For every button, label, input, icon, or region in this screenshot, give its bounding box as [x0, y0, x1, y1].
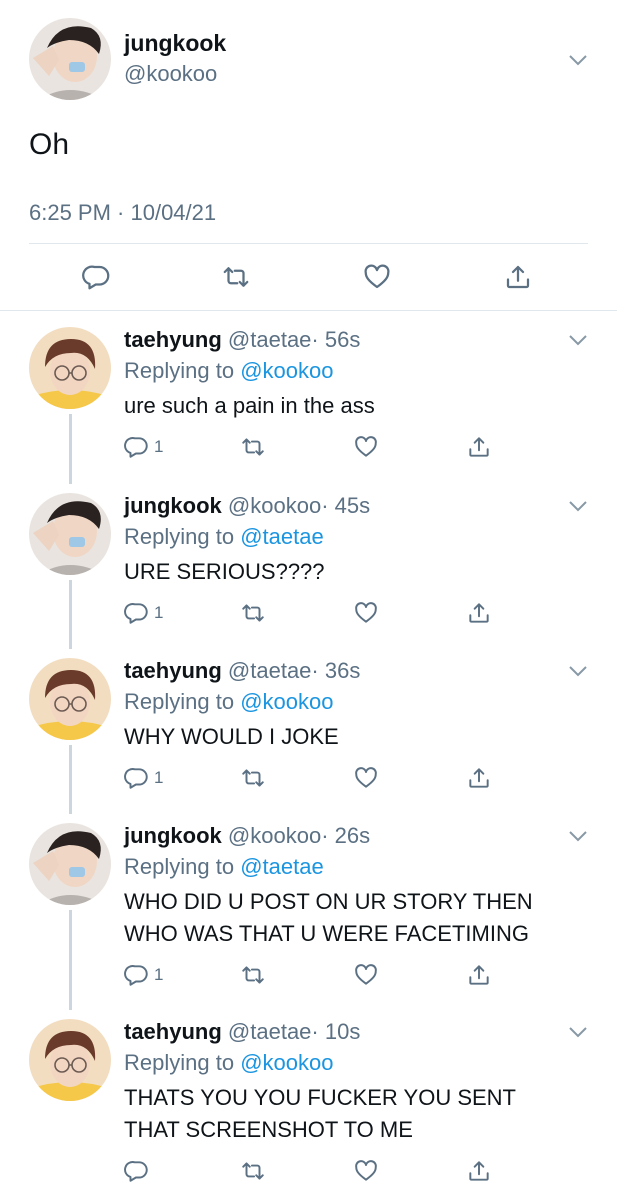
retweet-icon[interactable] — [240, 1158, 266, 1184]
thread-connector-line — [69, 580, 72, 649]
like-icon[interactable] — [353, 434, 379, 460]
chevron-down-icon[interactable] — [568, 334, 588, 346]
replying-to-label: Replying to — [124, 1050, 235, 1075]
replying-to-label: Replying to — [124, 689, 235, 714]
replying-to: Replying to @taetae — [124, 524, 324, 550]
like-icon[interactable] — [353, 600, 379, 626]
thread-connector-line — [69, 745, 72, 814]
reply-timestamp[interactable]: · 56s — [311, 327, 360, 352]
reply-count: 1 — [154, 603, 164, 622]
tweet-text-line: WHO DID U POST ON UR STORY THEN — [124, 889, 533, 914]
replying-to-label: Replying to — [124, 854, 235, 879]
chevron-down-icon[interactable] — [568, 830, 588, 842]
reply-icon[interactable] — [124, 600, 150, 626]
tweet-text: THATS YOU YOU FUCKER YOU SENT THAT SCREEN… — [124, 1082, 594, 1146]
share-icon[interactable] — [466, 434, 492, 460]
replying-to: Replying to @kookoo — [124, 1050, 333, 1076]
reply-timestamp[interactable]: · 36s — [311, 658, 360, 683]
tweet-timestamp[interactable]: 6:25 PM · 10/04/21 — [29, 200, 216, 226]
author-handle[interactable]: @kookoo — [124, 61, 217, 87]
mention-link[interactable]: @taetae — [240, 854, 324, 879]
retweet-icon[interactable] — [240, 600, 266, 626]
reply-icon[interactable] — [124, 962, 150, 988]
author-handle[interactable]: @kookoo — [228, 493, 321, 518]
tweet-text: URE SERIOUS???? — [124, 556, 594, 588]
reply-header: taehyung @taetae· 56s — [124, 327, 360, 353]
author-name[interactable]: jungkook — [124, 493, 222, 518]
mention-link[interactable]: @kookoo — [240, 358, 333, 383]
divider — [29, 243, 588, 244]
thread-connector-line — [69, 910, 72, 1010]
tweet-text-line: WHY WOULD I JOKE — [124, 724, 339, 749]
avatar[interactable] — [29, 658, 111, 740]
share-icon[interactable] — [466, 1158, 492, 1184]
chevron-down-icon[interactable] — [568, 500, 588, 512]
replying-to: Replying to @taetae — [124, 854, 324, 880]
avatar[interactable] — [29, 327, 111, 409]
reply-icon[interactable] — [82, 262, 112, 292]
reply-icon[interactable] — [124, 1158, 150, 1184]
retweet-icon[interactable] — [240, 962, 266, 988]
author-handle[interactable]: @taetae — [228, 1019, 312, 1044]
share-icon[interactable] — [466, 962, 492, 988]
chevron-down-icon[interactable] — [568, 665, 588, 677]
mention-link[interactable]: @kookoo — [240, 1050, 333, 1075]
share-icon[interactable] — [466, 600, 492, 626]
replying-to: Replying to @kookoo — [124, 689, 333, 715]
reply-icon[interactable] — [124, 765, 150, 791]
retweet-icon[interactable] — [240, 434, 266, 460]
avatar[interactable] — [29, 493, 111, 575]
retweet-icon[interactable] — [240, 765, 266, 791]
tweet-text-line: WHO WAS THAT U WERE FACETIMING — [124, 921, 529, 946]
like-icon[interactable] — [353, 765, 379, 791]
like-icon[interactable] — [353, 962, 379, 988]
avatar[interactable] — [29, 18, 111, 100]
author-handle[interactable]: @taetae — [228, 658, 312, 683]
reply-header: taehyung @taetae· 10s — [124, 1019, 360, 1045]
author-name[interactable]: taehyung — [124, 1019, 222, 1044]
tweet-text-line: URE SERIOUS???? — [124, 559, 325, 584]
mention-link[interactable]: @kookoo — [240, 689, 333, 714]
author-handle[interactable]: @taetae — [228, 327, 312, 352]
author-name[interactable]: jungkook — [124, 823, 222, 848]
avatar[interactable] — [29, 1019, 111, 1101]
reply-timestamp[interactable]: · 45s — [321, 493, 370, 518]
reply-icon[interactable] — [124, 434, 150, 460]
reply-count: 1 — [154, 965, 164, 984]
mention-link[interactable]: @taetae — [240, 524, 324, 549]
thread-connector-line — [69, 414, 72, 484]
tweet-text: Oh — [29, 128, 70, 161]
author-name[interactable]: taehyung — [124, 327, 222, 352]
reply-timestamp[interactable]: · 26s — [321, 823, 370, 848]
replying-to: Replying to @kookoo — [124, 358, 333, 384]
reply-timestamp[interactable]: · 10s — [311, 1019, 360, 1044]
chevron-down-icon[interactable] — [568, 54, 588, 66]
reply-header: jungkook @kookoo· 45s — [124, 493, 370, 519]
chevron-down-icon[interactable] — [568, 1026, 588, 1038]
author-handle[interactable]: @kookoo — [228, 823, 321, 848]
divider — [0, 310, 617, 311]
tweet-text: WHY WOULD I JOKE — [124, 721, 594, 753]
replying-to-label: Replying to — [124, 358, 235, 383]
author-name[interactable]: taehyung — [124, 658, 222, 683]
tweet-text: ure such a pain in the ass — [124, 390, 594, 422]
reply-header: taehyung @taetae· 36s — [124, 658, 360, 684]
avatar[interactable] — [29, 823, 111, 905]
reply-header: jungkook @kookoo· 26s — [124, 823, 370, 849]
like-icon[interactable] — [362, 262, 392, 292]
author-name[interactable]: jungkook — [124, 30, 226, 57]
share-icon[interactable] — [503, 262, 533, 292]
retweet-icon[interactable] — [221, 262, 251, 292]
reply-count: 1 — [154, 768, 164, 787]
tweet-text-line: THAT SCREENSHOT TO ME — [124, 1117, 413, 1142]
like-icon[interactable] — [353, 1158, 379, 1184]
tweet-text-line: THATS YOU YOU FUCKER YOU SENT — [124, 1085, 516, 1110]
tweet-text: WHO DID U POST ON UR STORY THEN WHO WAS T… — [124, 886, 594, 950]
tweet-text-line: ure such a pain in the ass — [124, 393, 375, 418]
replying-to-label: Replying to — [124, 524, 235, 549]
share-icon[interactable] — [466, 765, 492, 791]
reply-count: 1 — [154, 437, 164, 456]
